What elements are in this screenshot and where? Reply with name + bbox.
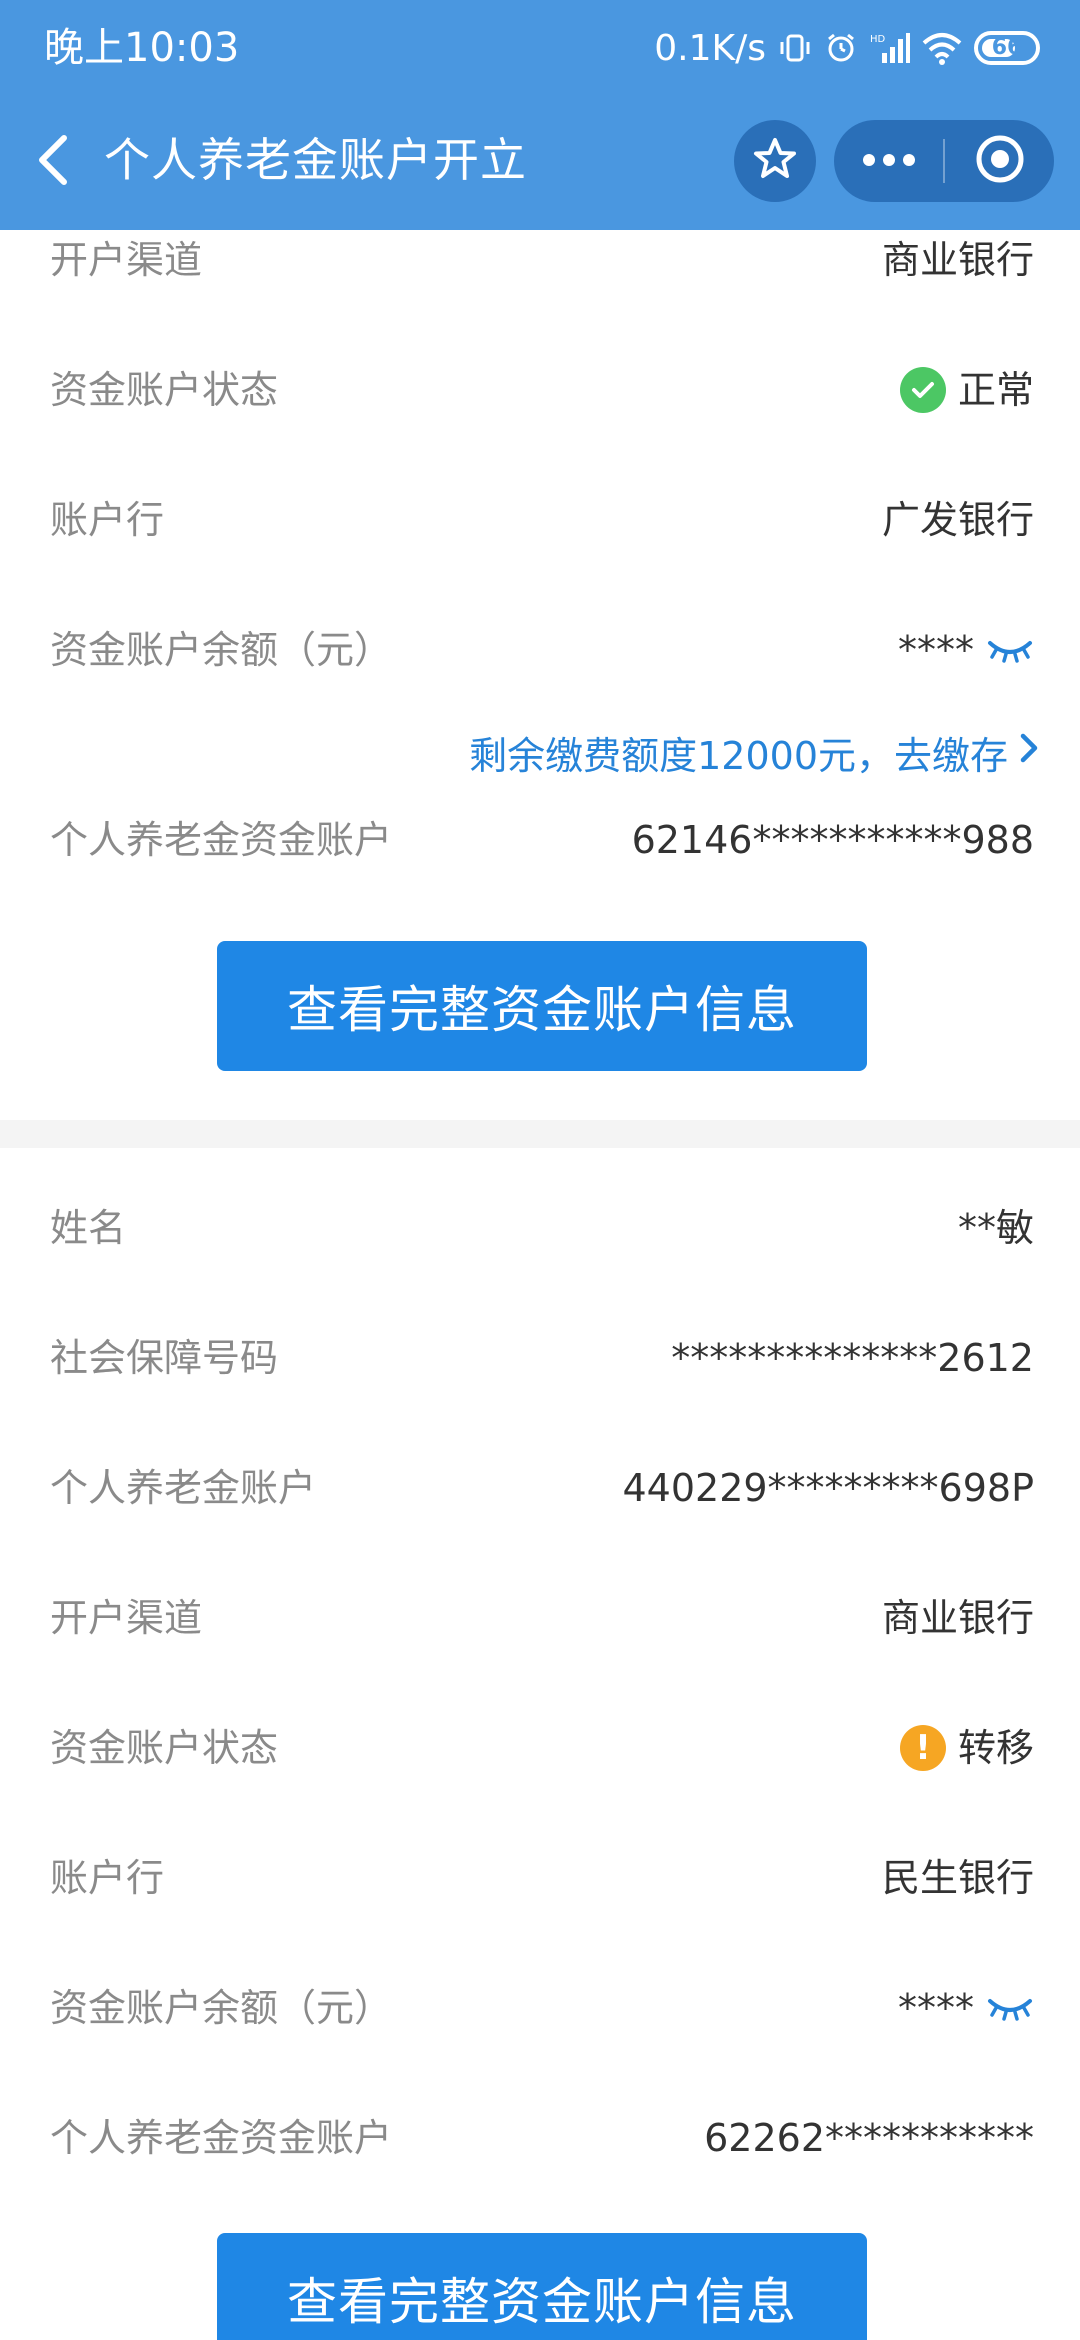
value-fund-account: 62146***********988 [631, 818, 1034, 862]
navbar: 个人养老金账户开立 [0, 96, 1080, 230]
label-channel: 开户渠道 [50, 238, 203, 282]
chevron-right-icon [1016, 730, 1042, 774]
value-channel: 商业银行 [881, 1596, 1034, 1640]
label-status: 资金账户状态 [50, 368, 279, 412]
row-fund-account-1: 个人养老金资金账户 62146***********988 [0, 810, 1080, 870]
battery-level: 66 [991, 35, 1023, 60]
target-circle-icon [974, 133, 1026, 189]
label-fund-account: 个人养老金资金账户 [50, 818, 393, 862]
row-pension-account-2: 个人养老金账户 440229*********698P [0, 1458, 1080, 1518]
star-icon [752, 136, 798, 186]
label-pension-account: 个人养老金账户 [50, 1466, 317, 1510]
value-balance: **** [898, 620, 1034, 680]
row-balance-1: 资金账户余额（元） **** [0, 620, 1080, 680]
page-title: 个人养老金账户开立 [104, 133, 527, 187]
mini-program-capsule [834, 120, 1054, 202]
status-bar: 晚上10:03 0.1K/s HD 66 [0, 0, 1080, 96]
value-status: 正常 [899, 360, 1034, 420]
row-status-2: 资金账户状态 ! 转移 [0, 1718, 1080, 1778]
favorite-button[interactable] [734, 120, 816, 202]
net-speed: 0.1K/s [654, 27, 766, 69]
row-bank-2: 账户行 民生银行 [0, 1848, 1080, 1908]
row-name-2: 姓名 **敏 [0, 1198, 1080, 1258]
row-social-security-2: 社会保障号码 **************2612 [0, 1328, 1080, 1388]
value-bank: 广发银行 [881, 498, 1034, 542]
value-fund-account: 62262*********** [704, 2116, 1034, 2160]
wifi-icon [922, 31, 962, 65]
more-button[interactable] [834, 120, 943, 202]
label-name: 姓名 [50, 1206, 127, 1250]
label-fund-account: 个人养老金资金账户 [50, 2116, 393, 2160]
vibrate-icon [778, 31, 812, 65]
value-bank: 民生银行 [881, 1856, 1034, 1900]
quota-link-text: 剩余缴费额度12000元，去缴存 [469, 733, 1008, 778]
label-balance: 资金账户余额（元） [50, 628, 393, 672]
signal-icon: HD [870, 31, 910, 65]
row-balance-2: 资金账户余额（元） **** [0, 1978, 1080, 2038]
status-text: 转移 [957, 1726, 1034, 1770]
row-channel-1: 开户渠道 商业银行 [0, 230, 1080, 290]
back-icon[interactable] [28, 130, 76, 190]
view-full-account-button[interactable]: 查看完整资金账户信息 [217, 2233, 867, 2340]
status-icons: 0.1K/s HD 66 [654, 24, 1040, 72]
section-divider [0, 1120, 1080, 1148]
alarm-icon [824, 31, 858, 65]
eye-closed-icon[interactable] [986, 1978, 1034, 2038]
status-time: 晚上10:03 [44, 25, 240, 71]
balance-masked: **** [898, 1986, 974, 2030]
status-text: 正常 [957, 368, 1034, 412]
row-fund-account-2: 个人养老金资金账户 62262*********** [0, 2108, 1080, 2168]
warning-circle-icon: ! [899, 1725, 946, 1771]
value-channel: 商业银行 [881, 238, 1034, 282]
label-bank: 账户行 [50, 498, 165, 542]
remaining-quota-link[interactable]: 剩余缴费额度12000元，去缴存 [469, 722, 1042, 782]
row-channel-2: 开户渠道 商业银行 [0, 1588, 1080, 1648]
label-bank: 账户行 [50, 1856, 165, 1900]
close-mini-program-button[interactable] [945, 120, 1054, 202]
balance-masked: **** [898, 628, 974, 672]
svg-text:HD: HD [870, 34, 886, 45]
more-dots-icon [861, 152, 917, 171]
eye-closed-icon[interactable] [986, 620, 1034, 680]
value-status: ! 转移 [899, 1718, 1034, 1778]
row-bank-1: 账户行 广发银行 [0, 490, 1080, 550]
label-balance: 资金账户余额（元） [50, 1986, 393, 2030]
battery-icon: 66 [974, 31, 1040, 65]
value-balance: **** [898, 1978, 1034, 2038]
check-circle-icon [899, 367, 946, 413]
row-status-1: 资金账户状态 正常 [0, 360, 1080, 420]
value-pension-account: 440229*********698P [622, 1466, 1034, 1510]
view-full-account-button[interactable]: 查看完整资金账户信息 [217, 941, 867, 1071]
header: 晚上10:03 0.1K/s HD 66 个人养老金账户开立 [0, 0, 1080, 230]
label-social-security: 社会保障号码 [50, 1336, 279, 1380]
content: 开户渠道 商业银行 资金账户状态 正常 账户行 广发银行 资金账户余额（元） *… [0, 230, 1080, 2340]
label-channel: 开户渠道 [50, 1596, 203, 1640]
value-social-security: **************2612 [671, 1336, 1034, 1380]
value-name: **敏 [957, 1206, 1034, 1250]
label-status: 资金账户状态 [50, 1726, 279, 1770]
